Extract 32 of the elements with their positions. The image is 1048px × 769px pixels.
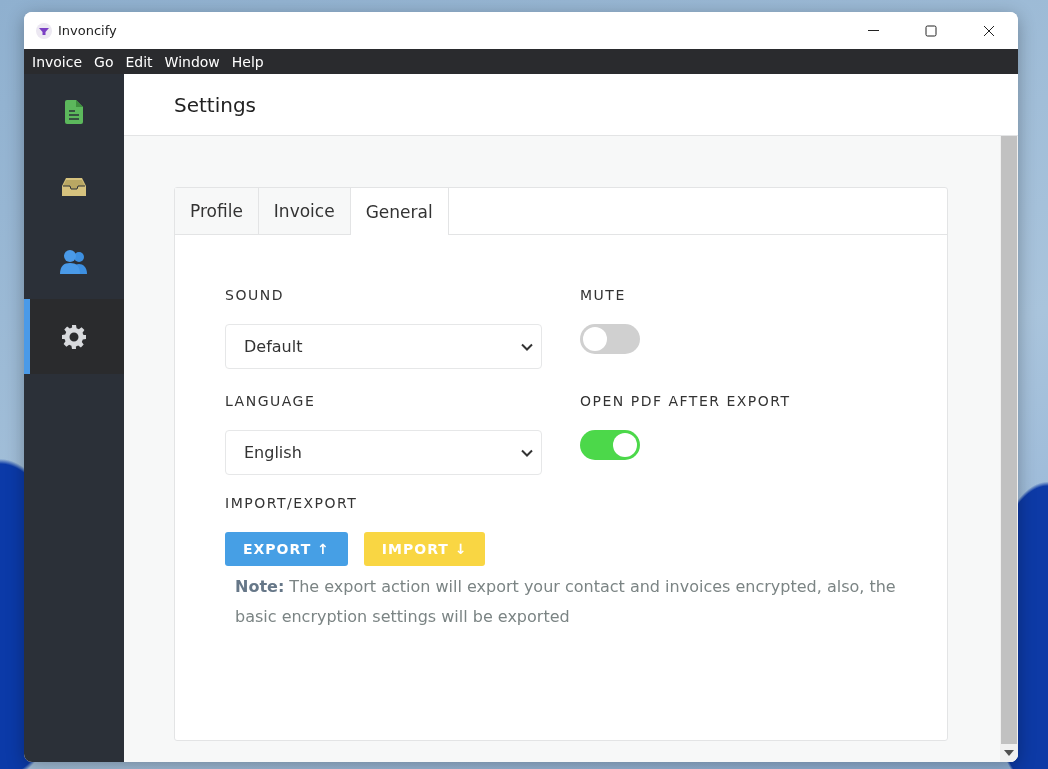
toggle-switch[interactable] xyxy=(580,430,640,460)
menu-item[interactable]: Help xyxy=(225,53,270,70)
inbox-icon xyxy=(62,177,86,196)
chevron-down-icon xyxy=(521,342,533,351)
app-logo-icon xyxy=(36,22,52,39)
setting-label: MUTE xyxy=(580,287,627,303)
users-icon xyxy=(60,249,88,274)
menu-item[interactable]: Window xyxy=(158,53,226,70)
setting-label: OPEN PDF AFTER EXPORT xyxy=(580,393,792,409)
tab[interactable]: Profile xyxy=(175,188,259,234)
maximize-icon xyxy=(925,24,937,37)
section-label: IMPORT/EXPORT xyxy=(225,495,359,511)
minimize-icon xyxy=(867,30,879,31)
chevron-down-icon xyxy=(521,448,533,457)
scroll-down-icon[interactable] xyxy=(1004,750,1014,756)
select-field[interactable]: Default xyxy=(225,324,542,369)
close-icon xyxy=(983,24,995,37)
sidebar-item[interactable] xyxy=(24,299,124,374)
note-text: Note: The export action will export your contact and invoices encrypted, also, the basic encryption settings will be exported xyxy=(235,576,897,628)
setting-label: LANGUAGE xyxy=(225,393,317,409)
settings-icon xyxy=(62,324,86,349)
select-field[interactable]: English xyxy=(225,430,542,475)
toggle-switch[interactable] xyxy=(580,324,640,354)
menu-item[interactable]: Go xyxy=(88,53,120,70)
window-title: Invoncify xyxy=(58,23,118,38)
menu-item[interactable]: Invoice xyxy=(26,53,89,70)
tab[interactable]: Invoice xyxy=(258,188,351,234)
page-title: Settings xyxy=(174,92,257,117)
document-icon xyxy=(65,99,83,124)
menu-item[interactable]: Edit xyxy=(119,53,159,70)
tab[interactable]: General xyxy=(350,188,449,235)
setting-label: SOUND xyxy=(225,287,285,303)
